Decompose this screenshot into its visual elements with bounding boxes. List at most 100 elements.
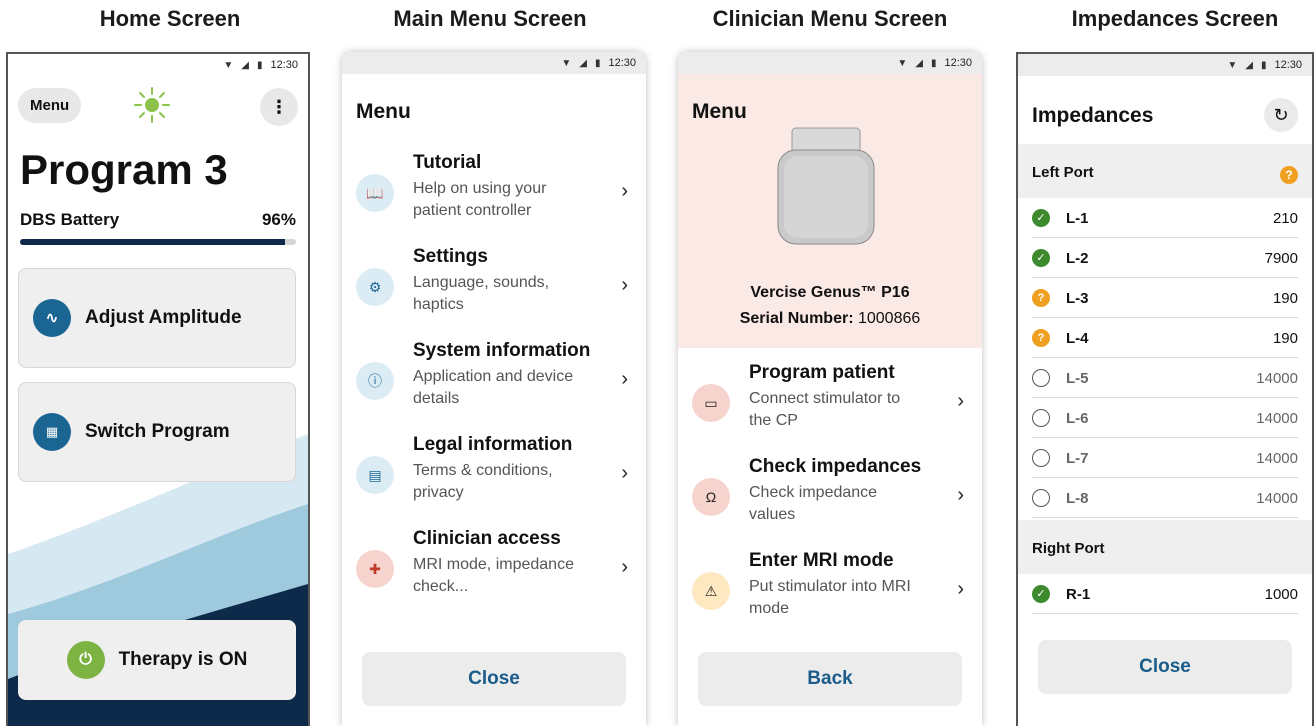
status-time: 12:30 xyxy=(270,59,298,71)
chevron-right-icon: › xyxy=(621,274,628,296)
impedance-value: 14000 xyxy=(1256,370,1298,387)
status-time: 12:30 xyxy=(944,57,972,69)
program-name: Program 3 xyxy=(20,146,228,193)
battery-row: DBS Battery 96% xyxy=(20,210,296,230)
back-button[interactable]: Back xyxy=(698,652,962,706)
electrode-name: L-5 xyxy=(1066,370,1089,387)
more-options-button[interactable]: ⋮ xyxy=(260,88,298,126)
switch-program-button[interactable]: ▦ Switch Program xyxy=(18,382,296,482)
menu-item-desc: Check impedance values xyxy=(749,484,878,523)
menu-item-title: Enter MRI mode xyxy=(749,550,894,571)
menu-item-desc: Help on using your patient controller xyxy=(413,180,547,219)
power-icon: ⏻ xyxy=(66,641,105,679)
menu-button[interactable]: Menu xyxy=(18,88,82,123)
menu-item-check-impedances[interactable]: Ω Check impedances Check impedance value… xyxy=(692,456,968,544)
book-icon: 📖 xyxy=(356,174,394,212)
impedance-value: 14000 xyxy=(1256,410,1298,427)
signal-icon: ◢ xyxy=(579,57,587,69)
menu-heading: Menu xyxy=(356,100,411,123)
battery-icon: ▮ xyxy=(256,59,263,71)
impedance-row: L-8 14000 xyxy=(1032,478,1298,518)
menu-item-legal-information[interactable]: ▤ Legal information Terms & conditions, … xyxy=(356,434,632,522)
menu-heading: Menu xyxy=(692,100,747,123)
electrode-name: L-4 xyxy=(1066,330,1089,347)
gear-icon: ⚙ xyxy=(356,268,394,306)
menu-item-desc: Terms & conditions, privacy xyxy=(413,462,553,501)
wifi-icon: ▼ xyxy=(1227,59,1238,71)
battery-icon: ▮ xyxy=(930,57,937,69)
refresh-button[interactable]: ↻ xyxy=(1264,98,1298,132)
impedance-value: 190 xyxy=(1272,330,1298,347)
impedances-title: Impedances xyxy=(1032,104,1154,127)
battery-label: DBS Battery xyxy=(20,210,120,229)
menu-item-desc: Connect stimulator to the CP xyxy=(749,390,901,429)
grid-icon: ▦ xyxy=(33,413,71,451)
signal-icon: ◢ xyxy=(915,57,923,69)
status-bar: ▼ ◢ ▮ 12:30 xyxy=(8,54,308,76)
impedance-value: 190 xyxy=(1272,290,1298,307)
wifi-icon: ▼ xyxy=(561,57,572,69)
device-name: Vercise Genus™ P16 xyxy=(750,284,910,301)
adjust-amplitude-button[interactable]: ∿ Adjust Amplitude xyxy=(18,268,296,368)
serial-number: Serial Number: 1000866 xyxy=(678,310,982,328)
switch-program-label: Switch Program xyxy=(85,421,230,442)
menu-item-title: System information xyxy=(413,340,591,361)
impedance-row: L-6 14000 xyxy=(1032,398,1298,438)
impedance-row: L-5 14000 xyxy=(1032,358,1298,398)
impedance-icon: Ω xyxy=(692,478,730,516)
check-icon: ✓ xyxy=(1032,209,1050,227)
main-menu-phone: ▼ ◢ ▮ 12:30 Menu 📖 Tutorial Help on usin… xyxy=(342,52,646,726)
electrode-name: L-6 xyxy=(1066,410,1089,427)
menu-item-tutorial[interactable]: 📖 Tutorial Help on using your patient co… xyxy=(356,152,632,240)
menu-item-enter-mri-mode[interactable]: ⚠ Enter MRI mode Put stimulator into MRI… xyxy=(692,550,968,638)
menu-item-desc: Application and device details xyxy=(413,368,574,407)
electrode-name: L-7 xyxy=(1066,450,1089,467)
therapy-status-label: Therapy is ON xyxy=(118,649,248,670)
laptop-icon: ▭ xyxy=(692,384,730,422)
impedances-screen-title: Impedances Screen xyxy=(1071,6,1279,31)
battery-icon: ▮ xyxy=(1260,59,1267,71)
therapy-toggle-button[interactable]: ⏻ Therapy is ON xyxy=(18,620,296,700)
impedance-row: ? L-3 190 xyxy=(1032,278,1298,318)
warning-icon: ? xyxy=(1280,166,1298,184)
sun-icon xyxy=(134,87,170,123)
menu-item-title: Check impedances xyxy=(749,456,922,477)
menu-item-title: Program patient xyxy=(749,362,895,383)
serial-value: 1000866 xyxy=(857,310,921,327)
clinician-menu-screen-title: Clinician Menu Screen xyxy=(712,6,948,31)
clinician-menu-phone: ▼ ◢ ▮ 12:30 Vercise Genus™ P16 Serial Nu… xyxy=(678,52,982,726)
status-bar: ▼ ◢ ▮ 12:30 xyxy=(678,52,982,74)
chevron-right-icon: › xyxy=(957,578,964,600)
right-port-label: Right Port xyxy=(1032,540,1105,557)
info-icon: ⓘ xyxy=(356,362,394,400)
menu-item-system-information[interactable]: ⓘ System information Application and dev… xyxy=(356,340,632,428)
menu-item-desc: Put stimulator into MRI mode xyxy=(749,578,911,617)
close-button[interactable]: Close xyxy=(1038,640,1292,694)
impedance-value: 1000 xyxy=(1264,586,1298,603)
impedance-value: 14000 xyxy=(1256,450,1298,467)
battery-icon: ▮ xyxy=(594,57,601,69)
electrode-name: L-1 xyxy=(1066,210,1089,227)
warning-icon: ? xyxy=(1032,289,1050,307)
menu-item-title: Legal information xyxy=(413,434,573,455)
chevron-right-icon: › xyxy=(621,556,628,578)
impedance-value: 7900 xyxy=(1264,250,1298,267)
empty-circle-icon xyxy=(1032,489,1050,507)
mri-warning-icon: ⚠ xyxy=(692,572,730,610)
impedance-value: 14000 xyxy=(1256,490,1298,507)
impedance-row: L-7 14000 xyxy=(1032,438,1298,478)
stimulator-device-image xyxy=(777,127,875,245)
menu-item-settings[interactable]: ⚙ Settings Language, sounds, haptics › xyxy=(356,246,632,334)
refresh-icon: ↻ xyxy=(1273,105,1289,125)
electrode-name: L-3 xyxy=(1066,290,1089,307)
chevron-right-icon: › xyxy=(621,462,628,484)
menu-item-program-patient[interactable]: ▭ Program patient Connect stimulator to … xyxy=(692,362,968,450)
check-icon: ✓ xyxy=(1032,585,1050,603)
close-button[interactable]: Close xyxy=(362,652,626,706)
impedance-row: ✓ R-1 1000 xyxy=(1032,574,1298,614)
status-time: 12:30 xyxy=(1274,59,1302,71)
battery-bar xyxy=(20,239,296,245)
menu-item-clinician-access[interactable]: ✚ Clinician access MRI mode, impedance c… xyxy=(356,528,632,616)
adjust-amplitude-label: Adjust Amplitude xyxy=(85,307,242,328)
empty-circle-icon xyxy=(1032,409,1050,427)
